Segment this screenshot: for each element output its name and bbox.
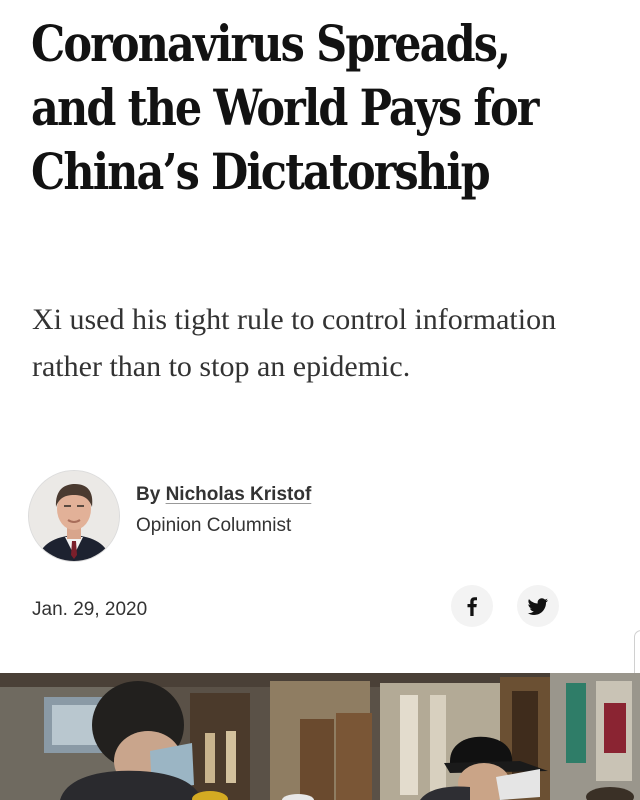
article-summary: Xi used his tight rule to control inform… [32, 303, 557, 383]
facebook-icon [467, 597, 477, 616]
twitter-share-button[interactable] [517, 585, 559, 627]
byline-prefix: By [136, 484, 161, 505]
headline-line: Coronavirus Spreads, [31, 14, 511, 73]
publish-date: Jan. 29, 2020 [32, 599, 148, 620]
twitter-icon [527, 598, 548, 615]
headline-line: and the World Pays for [31, 78, 539, 137]
hero-photo[interactable] [0, 673, 640, 800]
article-page: Coronavirus Spreads, and the World Pays … [0, 0, 640, 800]
byline-author-row: By Nicholas Kristof [136, 482, 311, 508]
page-edge [634, 630, 640, 677]
facebook-share-button[interactable] [451, 585, 493, 627]
author-portrait [29, 471, 119, 561]
hero-image [0, 673, 640, 800]
author-link[interactable]: Nicholas Kristof [166, 484, 312, 505]
author-avatar[interactable] [28, 470, 120, 562]
byline-text: By Nicholas Kristof Opinion Columnist [136, 482, 311, 538]
byline: By Nicholas Kristof Opinion Columnist [28, 470, 588, 562]
article-headline: Coronavirus Spreads, and the World Pays … [31, 12, 539, 204]
headline-line: China’s Dictatorship [31, 142, 491, 201]
author-role: Opinion Columnist [136, 515, 292, 536]
